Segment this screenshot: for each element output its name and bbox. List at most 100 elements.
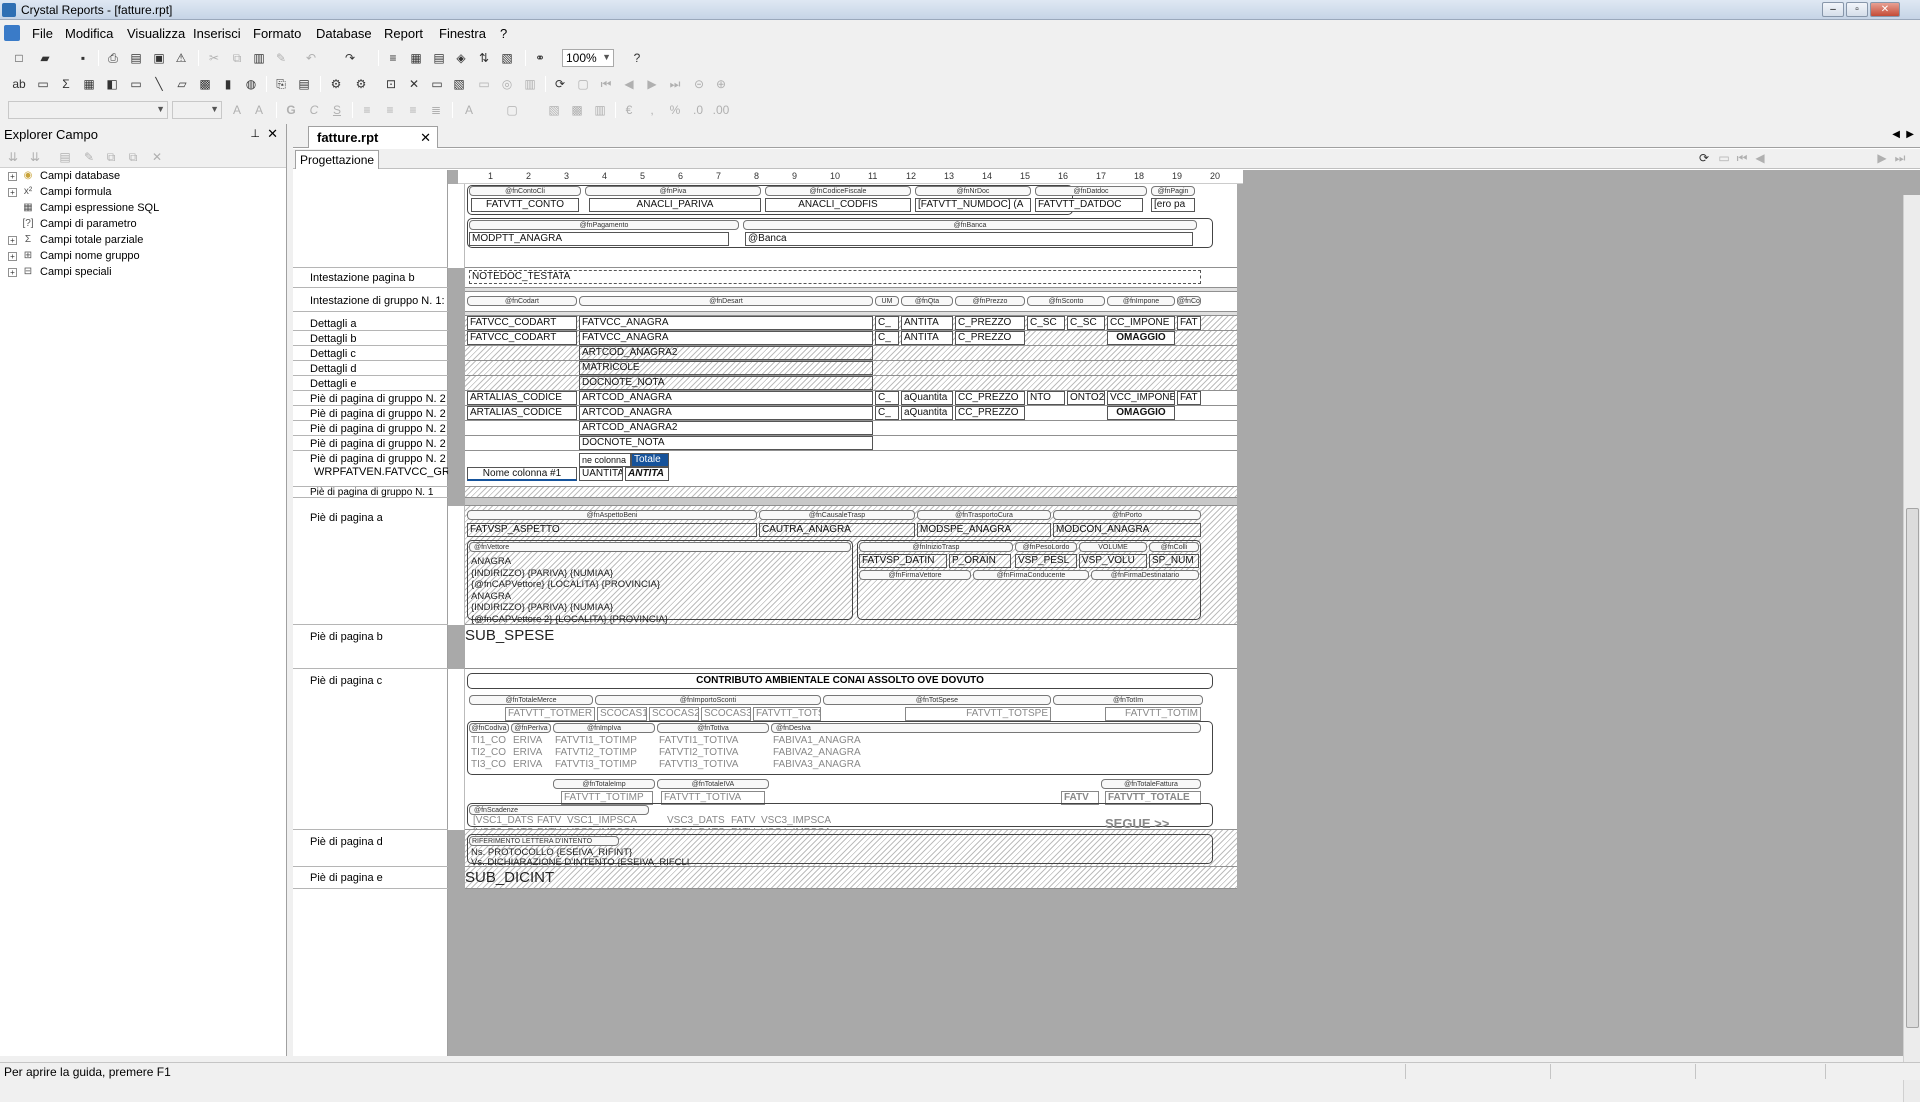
field-fatvcc-codart-b[interactable]: FATVCC_CODART <box>467 331 577 345</box>
scadenza-cell[interactable]: VSC1_IMPSCA <box>565 815 657 827</box>
field-fatvtt-numdoc[interactable]: [FATVTT_NUMDOC] (A <box>915 198 1031 212</box>
increase-font-icon[interactable]: A <box>228 101 246 119</box>
field-notedoc-testata[interactable]: NOTEDOC_TESTATA <box>469 270 1201 284</box>
label-contocli[interactable]: @fnContoCli <box>469 186 581 196</box>
field-volu[interactable]: VSP_VOLU <box>1079 554 1147 568</box>
field-omaggio-gf[interactable]: OMAGGIO <box>1107 406 1175 420</box>
field-docnote-nota[interactable]: DOCNOTE_NOTA <box>579 376 873 390</box>
field-aquantita-b[interactable]: aQuantita <box>901 406 953 420</box>
field-oraini[interactable]: P_ORAIN <box>949 554 1011 568</box>
help-icon[interactable]: ? <box>628 49 646 67</box>
expand-icon[interactable]: + <box>8 251 17 261</box>
section-piede-pagina-a[interactable]: Piè di pagina a <box>293 506 448 625</box>
document-icon[interactable] <box>4 25 20 41</box>
tab-fatture[interactable]: fatture.rpt ✕ <box>308 126 438 148</box>
iva-cell[interactable]: TI3_CO <box>469 759 507 773</box>
label-porto[interactable]: @fnPorto <box>1053 510 1201 520</box>
design-canvas[interactable]: 1 2 3 4 5 6 7 8 9 10 11 12 13 14 15 16 17 18 19 20 @fnConto… <box>448 170 1920 1102</box>
nav-last-icon[interactable]: ⏭ <box>1891 149 1909 167</box>
field-artcod-anagra[interactable]: ARTCOD_ANAGRA <box>579 391 873 405</box>
label-scadenze[interactable]: @fnScadenze <box>469 805 649 815</box>
nav-first-icon[interactable]: ⏮ <box>1733 149 1751 167</box>
label-sconto[interactable]: @fnSconto <box>1027 296 1105 306</box>
label-nrdoc[interactable]: @fnNrDoc <box>915 186 1031 196</box>
sql-icon[interactable]: ⊡ <box>382 75 400 93</box>
menu-visualizza[interactable]: Visualizza <box>127 26 185 41</box>
label-vettore[interactable]: @fnVettore <box>469 542 851 552</box>
tree-item-campi-speciali[interactable]: + ⊟ Campi speciali <box>0 264 286 280</box>
field-sconto-gf[interactable]: NTO <box>1027 391 1065 405</box>
field-fatvtt-totspe[interactable]: FATVTT_TOTSPE <box>905 707 1051 721</box>
box-icon[interactable]: ▱ <box>173 75 191 93</box>
expand-icon[interactable]: + <box>8 171 17 181</box>
cross-tab-icon[interactable]: ▦ <box>80 75 98 93</box>
tool2-icon[interactable]: ◎ <box>498 75 516 93</box>
menu-help[interactable]: ? <box>500 26 507 41</box>
section-dettagli-a[interactable]: Dettagli a <box>293 316 448 331</box>
iva-cell[interactable]: FATVTI3_TOTIVA <box>657 759 767 773</box>
field-antita-gf[interactable]: ANTITA <box>625 467 669 481</box>
section-piede-gruppo-2a[interactable]: Piè di pagina di gruppo N. 2 <box>293 391 448 406</box>
label-lettera-intento[interactable]: RIFERIMENTO LETTERA D'INTENTO <box>469 836 619 846</box>
field-nome-colonna[interactable]: ne colonna <box>579 453 631 467</box>
field-fatvtt-conto[interactable]: FATVTT_CONTO <box>471 198 579 212</box>
close-button[interactable]: ✕ <box>1870 2 1900 17</box>
label-pesolordo[interactable]: @fnPesoLordo <box>1015 542 1077 552</box>
menu-finestra[interactable]: Finestra <box>439 26 486 41</box>
summary-icon[interactable]: Σ <box>57 75 75 93</box>
field-scocas2[interactable]: SCOCAS2 <box>649 707 699 721</box>
close-tab-icon[interactable]: ✕ <box>420 130 431 146</box>
field-num[interactable]: SP_NUM <box>1149 554 1199 568</box>
tree-item-campi-parametro[interactable]: [?] Campi di parametro <box>0 216 286 232</box>
refresh-icon[interactable]: ⟳ <box>551 75 569 93</box>
bold-icon[interactable]: G <box>282 101 300 119</box>
field-list-icon[interactable]: ≡ <box>384 49 402 67</box>
undo-icon[interactable]: ↶ <box>302 49 320 67</box>
currency-icon[interactable]: € <box>620 101 638 119</box>
align-left-icon[interactable]: ≡ <box>358 101 376 119</box>
field-artalias-codice-b[interactable]: ARTALIAS_CODICE <box>467 406 577 420</box>
line-icon[interactable]: ╲ <box>150 75 168 93</box>
export-icon[interactable]: ⚠ <box>172 49 190 67</box>
add-decimal-icon[interactable]: .0 <box>689 101 707 119</box>
label-iniziotrasp[interactable]: @fnInizioTrasp <box>859 542 1013 552</box>
font-color-icon[interactable]: A <box>460 101 478 119</box>
print-icon[interactable]: ⎙ <box>104 49 122 67</box>
iva-cell[interactable]: ERIVA <box>511 759 551 773</box>
label-firmaconducente[interactable]: @fnFirmaConducente <box>973 570 1089 580</box>
format-painter-icon[interactable]: ✎ <box>272 49 290 67</box>
section-piede-gruppo-2b[interactable]: Piè di pagina di gruppo N. 2 <box>293 406 448 421</box>
suppress-icon[interactable]: ▧ <box>545 101 563 119</box>
menu-file[interactable]: File <box>32 26 53 41</box>
scrollbar-thumb[interactable] <box>1906 508 1919 1028</box>
maximize-button[interactable]: ▫ <box>1846 2 1868 17</box>
formula-workshop-icon[interactable]: ⚙ <box>352 75 370 93</box>
segue-label[interactable]: SEGUE >> <box>1105 816 1169 831</box>
minimize-button[interactable]: – <box>1822 2 1844 17</box>
banner-conai[interactable]: CONTRIBUTO AMBIENTALE CONAI ASSOLTO OVE … <box>467 673 1213 689</box>
find-icon[interactable]: ⚭ <box>531 49 549 67</box>
section-piede-pagina-c[interactable]: Piè di pagina c <box>293 669 448 830</box>
open-icon[interactable]: ▰ <box>36 49 54 67</box>
section-dettagli-b[interactable]: Dettagli b <box>293 331 448 346</box>
lock-size-icon[interactable]: ▥ <box>591 101 609 119</box>
edit-field-icon[interactable]: ✎ <box>80 148 98 166</box>
expand-icon[interactable]: + <box>8 235 17 245</box>
tree-item-campi-formula[interactable]: + x² Campi formula <box>0 184 286 200</box>
olap-icon[interactable]: ◧ <box>103 75 121 93</box>
label-volume[interactable]: VOLUME <box>1079 542 1147 552</box>
tab-progettazione[interactable]: Progettazione <box>295 150 380 169</box>
pin-icon[interactable]: ⊥ <box>250 127 260 140</box>
label-trasportocura[interactable]: @fnTrasportoCura <box>917 510 1051 520</box>
tree-item-campi-gruppo[interactable]: + ⊞ Campi nome gruppo <box>0 248 286 264</box>
label-codiva[interactable]: @fnCodIva <box>469 723 509 733</box>
tree-item-campi-database[interactable]: + ◉ Campi database <box>0 168 286 184</box>
field-scocas1[interactable]: SCOCAS1 <box>597 707 647 721</box>
field-um-gf[interactable]: C_ <box>875 391 899 405</box>
field-cc-prezzo[interactable]: CC_PREZZO <box>955 391 1025 405</box>
label-piva[interactable]: @fnPiva <box>585 186 761 196</box>
tree-item-campi-totale[interactable]: + Σ Campi totale parziale <box>0 232 286 248</box>
font-size-combo[interactable]: ▼ <box>172 101 222 119</box>
delete-icon[interactable]: ✕ <box>148 148 166 166</box>
field-quantita-b[interactable]: ANTITA <box>901 331 953 345</box>
